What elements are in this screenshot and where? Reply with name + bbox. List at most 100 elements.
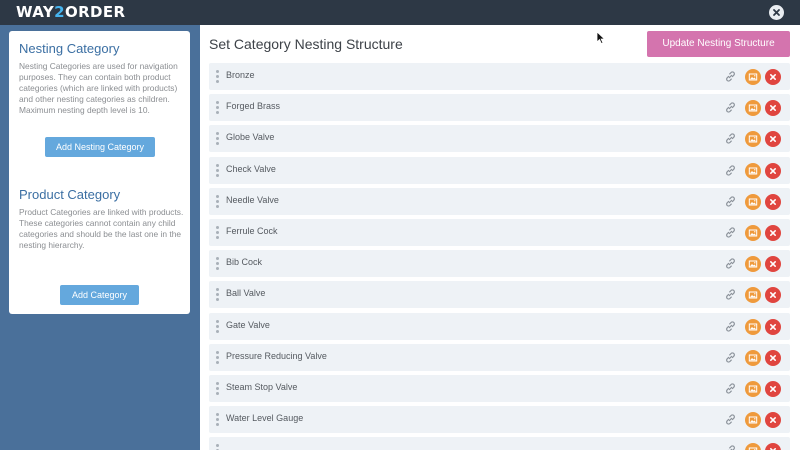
image-icon: [748, 73, 758, 81]
link-icon[interactable]: [724, 382, 737, 395]
delete-button[interactable]: [765, 319, 781, 335]
drag-handle-icon[interactable]: [216, 413, 219, 426]
drag-handle-icon[interactable]: [216, 320, 219, 333]
delete-button[interactable]: [765, 412, 781, 428]
link-icon[interactable]: [724, 320, 737, 333]
delete-icon: [770, 168, 776, 174]
drag-handle-icon[interactable]: [216, 382, 219, 395]
image-button[interactable]: [745, 100, 761, 116]
image-button[interactable]: [745, 194, 761, 210]
image-icon: [748, 291, 758, 299]
link-icon[interactable]: [724, 288, 737, 301]
image-icon: [748, 229, 758, 237]
link-icon[interactable]: [724, 101, 737, 114]
category-name: Forged Brass: [226, 101, 281, 111]
image-button[interactable]: [745, 225, 761, 241]
app-logo: WAY2ORDER: [16, 4, 126, 21]
image-icon: [748, 447, 758, 450]
image-button[interactable]: [745, 350, 761, 366]
image-button[interactable]: [745, 69, 761, 85]
delete-button[interactable]: [765, 381, 781, 397]
category-row[interactable]: Pressure Reducing Valve: [209, 344, 790, 371]
close-button[interactable]: [769, 5, 784, 20]
product-category-card: Product Category Product Categories are …: [9, 177, 190, 314]
product-category-description: Product Categories are linked with produ…: [19, 207, 184, 250]
logo-suffix: ORDER: [64, 3, 126, 21]
category-row[interactable]: Globe Valve: [209, 125, 790, 152]
drag-handle-icon[interactable]: [216, 132, 219, 145]
category-name: Pressure Reducing Valve: [226, 351, 327, 361]
add-nesting-category-button[interactable]: Add Nesting Category: [45, 137, 155, 157]
delete-button[interactable]: [765, 256, 781, 272]
image-button[interactable]: [745, 256, 761, 272]
category-row[interactable]: Water Level Gauge: [209, 406, 790, 433]
image-icon: [748, 416, 758, 424]
drag-handle-icon[interactable]: [216, 226, 219, 239]
delete-button[interactable]: [765, 225, 781, 241]
category-row[interactable]: Steam Stop Valve: [209, 375, 790, 402]
drag-handle-icon[interactable]: [216, 101, 219, 114]
category-row[interactable]: Gate Valve: [209, 313, 790, 340]
link-icon[interactable]: [724, 444, 737, 450]
product-category-title: Product Category: [19, 187, 121, 202]
image-button[interactable]: [745, 287, 761, 303]
category-row[interactable]: [209, 437, 790, 450]
category-row[interactable]: Ball Valve: [209, 281, 790, 308]
logo-prefix: WAY: [16, 3, 55, 21]
category-row[interactable]: Forged Brass: [209, 94, 790, 121]
category-row[interactable]: Check Valve: [209, 157, 790, 184]
link-icon[interactable]: [724, 195, 737, 208]
drag-handle-icon[interactable]: [216, 164, 219, 177]
image-button[interactable]: [745, 163, 761, 179]
category-row[interactable]: Ferrule Cock: [209, 219, 790, 246]
link-icon[interactable]: [724, 70, 737, 83]
drag-handle-icon[interactable]: [216, 195, 219, 208]
image-button[interactable]: [745, 131, 761, 147]
delete-icon: [770, 199, 776, 205]
delete-button[interactable]: [765, 350, 781, 366]
delete-button[interactable]: [765, 131, 781, 147]
page-title: Set Category Nesting Structure: [209, 36, 403, 52]
delete-button[interactable]: [765, 100, 781, 116]
delete-icon: [770, 74, 776, 80]
drag-handle-icon[interactable]: [216, 444, 219, 450]
link-icon[interactable]: [724, 413, 737, 426]
image-icon: [748, 354, 758, 362]
image-button[interactable]: [745, 381, 761, 397]
category-row[interactable]: Bib Cock: [209, 250, 790, 277]
category-name: Bronze: [226, 70, 255, 80]
link-icon[interactable]: [724, 257, 737, 270]
delete-button[interactable]: [765, 287, 781, 303]
delete-button[interactable]: [765, 443, 781, 450]
drag-handle-icon[interactable]: [216, 70, 219, 83]
close-icon: [773, 9, 780, 16]
link-icon[interactable]: [724, 132, 737, 145]
image-icon: [748, 385, 758, 393]
category-row[interactable]: Needle Valve: [209, 188, 790, 215]
category-row[interactable]: Bronze: [209, 63, 790, 90]
top-bar: WAY2ORDER: [0, 0, 800, 25]
update-nesting-structure-button[interactable]: Update Nesting Structure: [647, 31, 790, 57]
category-name: Ball Valve: [226, 288, 266, 298]
category-name: Gate Valve: [226, 320, 270, 330]
delete-button[interactable]: [765, 194, 781, 210]
delete-icon: [770, 448, 776, 450]
delete-icon: [770, 230, 776, 236]
image-button[interactable]: [745, 412, 761, 428]
mouse-cursor-icon: [596, 31, 606, 45]
logo-accent: 2: [54, 3, 65, 21]
image-button[interactable]: [745, 443, 761, 450]
image-button[interactable]: [745, 319, 761, 335]
image-icon: [748, 260, 758, 268]
delete-button[interactable]: [765, 69, 781, 85]
link-icon[interactable]: [724, 164, 737, 177]
image-icon: [748, 135, 758, 143]
drag-handle-icon[interactable]: [216, 257, 219, 270]
drag-handle-icon[interactable]: [216, 351, 219, 364]
add-category-button[interactable]: Add Category: [60, 285, 139, 305]
link-icon[interactable]: [724, 226, 737, 239]
drag-handle-icon[interactable]: [216, 288, 219, 301]
link-icon[interactable]: [724, 351, 737, 364]
delete-button[interactable]: [765, 163, 781, 179]
delete-icon: [770, 105, 776, 111]
